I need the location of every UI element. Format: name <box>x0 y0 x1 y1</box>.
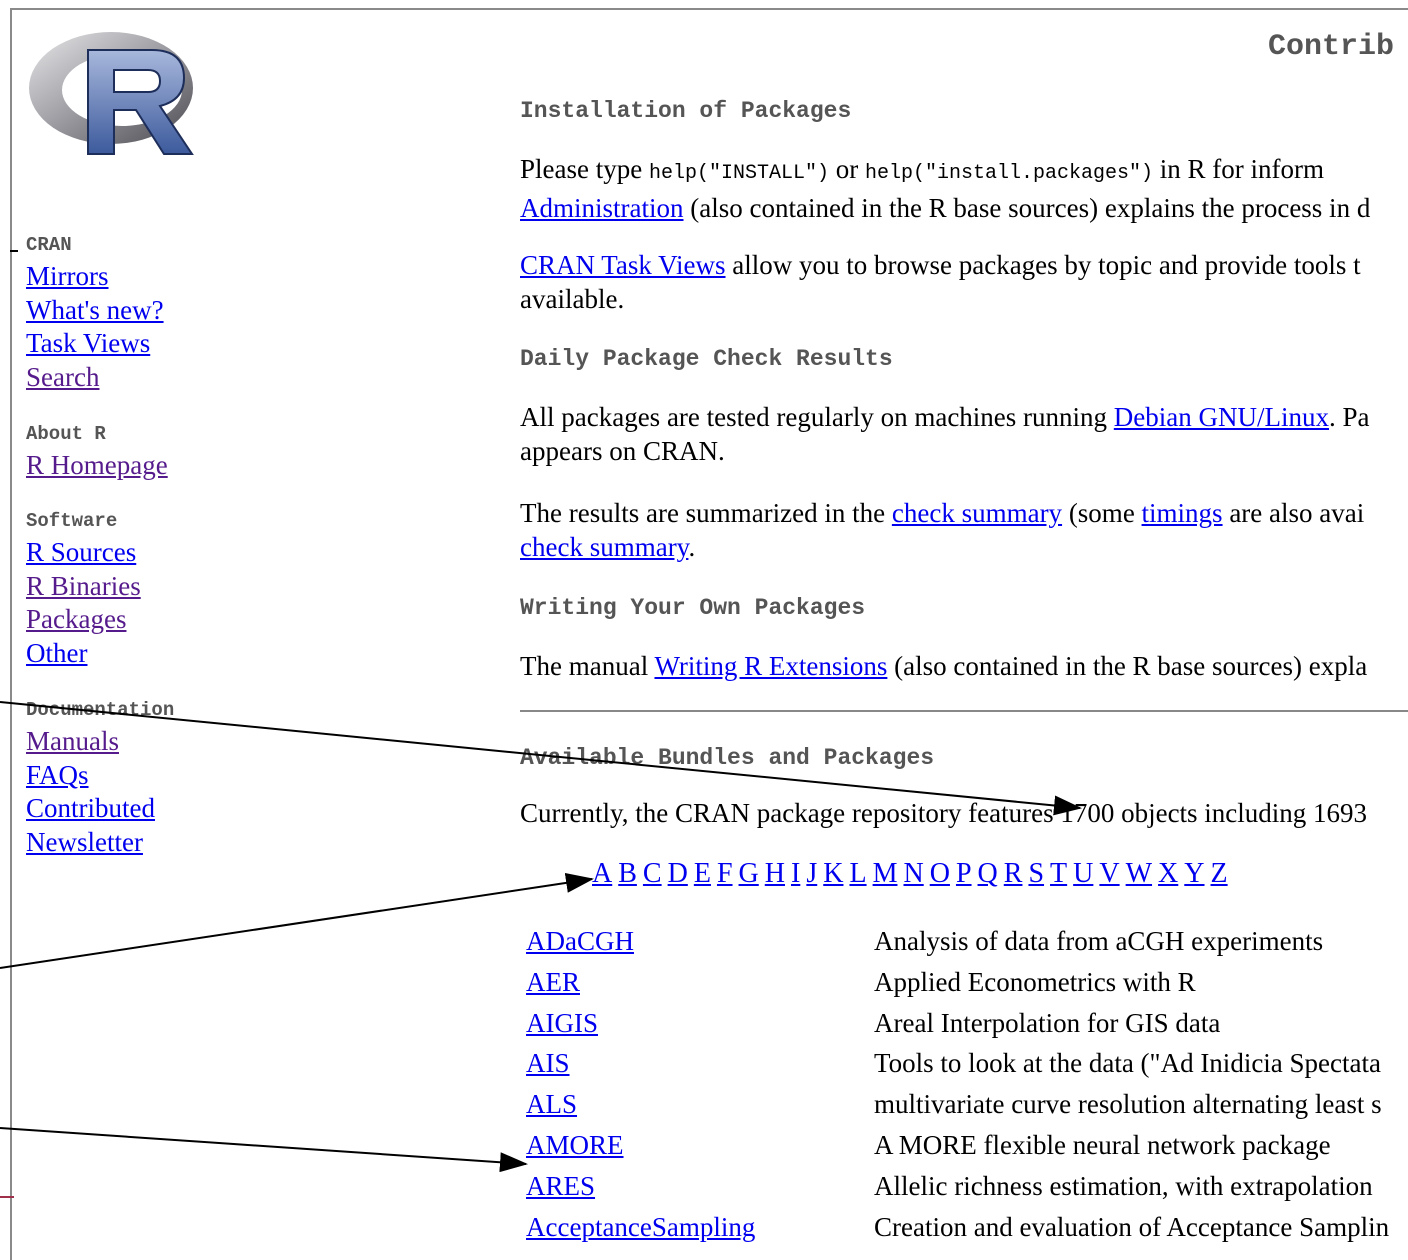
code-help-install-packages: help("install.packages") <box>865 162 1154 185</box>
link-cran-task-views[interactable]: CRAN Task Views <box>520 250 726 280</box>
sidebar-header-documentation: Documentation <box>26 699 175 721</box>
sidebar-section-documentation: Documentation Manuals FAQs Contributed N… <box>26 699 174 859</box>
letter-link-l[interactable]: L <box>849 858 866 889</box>
sidebar-item-faqs[interactable]: FAQs <box>26 759 174 793</box>
letter-link-a[interactable]: A <box>592 858 612 889</box>
letter-link-x[interactable]: X <box>1158 858 1178 889</box>
sidebar-item-mirrors[interactable]: Mirrors <box>26 260 164 294</box>
sidebar-item-r-homepage[interactable]: R Homepage <box>26 449 168 483</box>
sidebar-header-cran: CRAN <box>26 234 72 256</box>
package-link[interactable]: AcceptanceSampling <box>526 1212 755 1242</box>
sidebar-header-about: About R <box>26 423 106 445</box>
letter-link-k[interactable]: K <box>823 858 843 889</box>
table-row: ARES Allelic richness estimation, with ex… <box>526 1171 1389 1212</box>
table-row: AIGIS Areal Interpolation for GIS data <box>526 1008 1389 1049</box>
letter-link-t[interactable]: T <box>1050 858 1067 889</box>
sidebar-section-cran: CRAN Mirrors What's new? Task Views Sear… <box>26 234 164 394</box>
letter-link-i[interactable]: I <box>791 858 800 889</box>
package-link[interactable]: AMORE <box>526 1130 624 1160</box>
table-row: AIS Tools to look at the data ("Ad Inidic… <box>526 1048 1389 1089</box>
sidebar-item-r-sources[interactable]: R Sources <box>26 536 141 570</box>
letter-link-w[interactable]: W <box>1126 858 1152 889</box>
letter-link-q[interactable]: Q <box>978 858 998 889</box>
letter-link-p[interactable]: P <box>956 858 972 889</box>
letter-link-v[interactable]: V <box>1099 858 1119 889</box>
letter-link-j[interactable]: J <box>806 858 817 889</box>
horizontal-rule <box>520 710 1408 712</box>
sidebar-item-r-binaries[interactable]: R Binaries <box>26 570 141 604</box>
code-help-install: help("INSTALL") <box>648 162 829 185</box>
letter-link-y[interactable]: Y <box>1184 858 1204 889</box>
package-description: Tools to look at the data ("Ad Inidicia … <box>874 1048 1381 1079</box>
heading-writing-packages: Writing Your Own Packages <box>520 595 866 621</box>
sidebar-section-about: About R R Homepage <box>26 423 168 483</box>
letter-link-g[interactable]: G <box>739 858 759 889</box>
letter-link-m[interactable]: M <box>873 858 898 889</box>
sidebar-item-search[interactable]: Search <box>26 361 164 395</box>
letter-link-o[interactable]: O <box>930 858 950 889</box>
link-writing-r-extensions[interactable]: Writing R Extensions <box>654 651 887 681</box>
package-link[interactable]: AIGIS <box>526 1008 598 1038</box>
sidebar-header-software: Software <box>26 510 118 532</box>
package-description: Creation and evaluation of Acceptance Sa… <box>874 1211 1390 1242</box>
package-link[interactable]: ALS <box>526 1089 577 1119</box>
letter-link-e[interactable]: E <box>694 858 711 889</box>
link-administration[interactable]: Administration <box>520 193 684 223</box>
sidebar-item-other[interactable]: Other <box>26 637 141 671</box>
table-row: AcceptanceSampling Creation and evaluatio… <box>526 1212 1389 1253</box>
writing-paragraph-1: The manual Writing R Extensions (also co… <box>520 651 1368 681</box>
package-description: Allelic richness estimation, with extrap… <box>874 1170 1373 1201</box>
heading-daily-checks: Daily Package Check Results <box>520 346 893 372</box>
heading-installation: Installation of Packages <box>520 98 852 124</box>
letter-link-u[interactable]: U <box>1073 858 1093 889</box>
alphabet-index: ABCDEFGHIJKLMNOPQRSTUVWXYZ <box>592 858 1234 890</box>
package-link[interactable]: AER <box>526 967 580 997</box>
package-link[interactable]: ADaCGH <box>526 926 634 956</box>
table-row: ALS multivariate curve resolution alterna… <box>526 1089 1389 1130</box>
package-link[interactable]: AIS <box>526 1048 570 1078</box>
sidebar-section-software: Software R Sources R Binaries Packages O… <box>26 510 141 670</box>
letter-link-h[interactable]: H <box>765 858 785 889</box>
package-description: Analysis of data from aCGH experiments <box>874 926 1324 956</box>
checks-paragraph-1: All packages are tested regularly on mac… <box>520 402 1370 466</box>
checks-paragraph-2: The results are summarized in the check … <box>520 498 1365 562</box>
heading-available-packages: Available Bundles and Packages <box>520 745 935 771</box>
table-row: ADaCGH Analysis of data from aCGH experim… <box>526 926 1389 967</box>
available-paragraph-1: Currently, the CRAN package repository f… <box>520 798 1368 828</box>
margin-red-mark <box>0 1196 14 1198</box>
package-description: Applied Econometrics with R <box>874 966 1196 997</box>
letter-link-n[interactable]: N <box>903 858 923 889</box>
package-description: A MORE flexible neural network package <box>874 1129 1331 1160</box>
link-check-summary-2[interactable]: check summary <box>520 532 688 562</box>
table-row: AMORE A MORE flexible neural network pack… <box>526 1130 1389 1171</box>
link-check-summary[interactable]: check summary <box>892 498 1062 528</box>
package-description: multivariate curve resolution alternatin… <box>874 1089 1382 1120</box>
margin-tick <box>10 250 18 252</box>
sidebar-item-packages[interactable]: Packages <box>26 603 141 637</box>
letter-link-f[interactable]: F <box>717 858 733 889</box>
page-title: Contrib <box>1268 30 1395 64</box>
letter-link-r[interactable]: R <box>1004 858 1023 889</box>
letter-link-z[interactable]: Z <box>1211 858 1228 889</box>
table-row: AER Applied Econometrics with R <box>526 967 1389 1008</box>
link-timings[interactable]: timings <box>1142 498 1223 528</box>
install-paragraph-1: Please type help("INSTALL") or help("ins… <box>520 154 1371 223</box>
sidebar-item-whats-new[interactable]: What's new? <box>26 294 164 328</box>
letter-link-d[interactable]: D <box>668 858 688 889</box>
package-description: Areal Interpolation for GIS data <box>874 1007 1221 1038</box>
sidebar-item-newsletter[interactable]: Newsletter <box>26 826 174 860</box>
letter-link-c[interactable]: C <box>643 858 662 889</box>
sidebar-item-contributed[interactable]: Contributed <box>26 792 174 826</box>
install-paragraph-2: CRAN Task Views allow you to browse pack… <box>520 250 1361 314</box>
package-table: ADaCGH Analysis of data from aCGH experim… <box>526 926 1389 1252</box>
sidebar-item-task-views[interactable]: Task Views <box>26 327 164 361</box>
package-link[interactable]: ARES <box>526 1171 595 1201</box>
letter-link-s[interactable]: S <box>1028 858 1044 889</box>
sidebar-item-manuals[interactable]: Manuals <box>26 725 174 759</box>
link-debian[interactable]: Debian GNU/Linux <box>1114 402 1329 432</box>
r-logo[interactable] <box>26 20 206 160</box>
letter-link-b[interactable]: B <box>618 858 637 889</box>
